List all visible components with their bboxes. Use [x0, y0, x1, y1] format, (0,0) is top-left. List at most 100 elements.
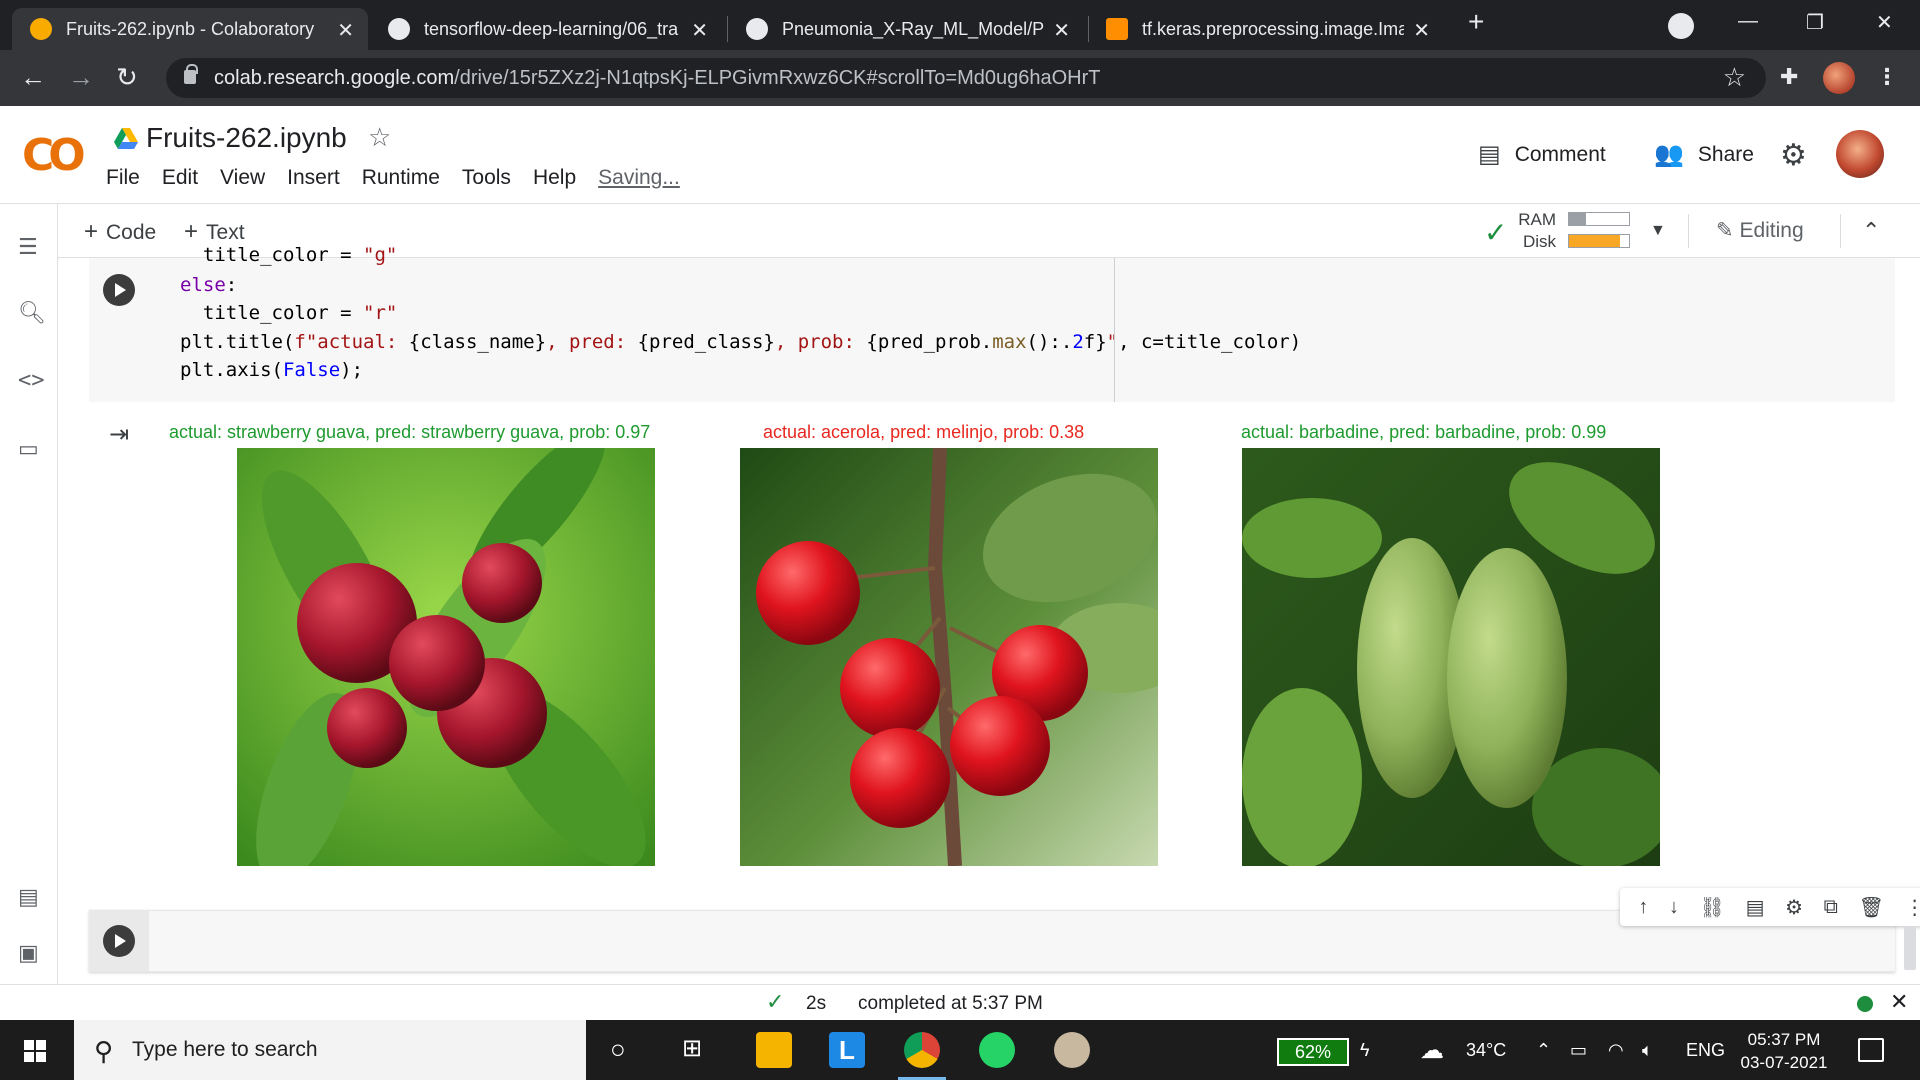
code-line[interactable]: else: — [180, 274, 237, 296]
tab-github-pneumonia[interactable]: Pneumonia_X-Ray_ML_Model/Pr ✕ — [734, 8, 1084, 50]
code-line[interactable]: title_color = "g" — [180, 244, 397, 266]
disk-usage-bar[interactable] — [1568, 234, 1630, 248]
menu-insert[interactable]: Insert — [287, 166, 340, 190]
close-tab-icon[interactable]: ✕ — [337, 18, 354, 43]
extensions-icon[interactable]: ✚ — [1780, 64, 1798, 90]
runtime-status-dot — [1857, 996, 1873, 1012]
code-line[interactable]: title_color = "r" — [180, 302, 397, 324]
saving-status[interactable]: Saving... — [598, 166, 680, 190]
code-snippets-icon[interactable]: <> — [18, 368, 45, 393]
chrome-profile-avatar[interactable] — [1823, 62, 1855, 94]
menu-help[interactable]: Help — [533, 166, 576, 190]
more-options-icon[interactable]: ⋮ — [1905, 895, 1920, 920]
weather-cloud-icon[interactable]: ☁ — [1420, 1036, 1444, 1065]
move-cell-down-icon[interactable]: ↓ — [1669, 896, 1679, 919]
code-line[interactable]: plt.title(f"actual: {class_name}, pred: … — [180, 331, 1301, 353]
menu-file[interactable]: File — [106, 166, 140, 190]
tab-colab[interactable]: Fruits-262.ipynb - Colaboratory ✕ — [12, 8, 368, 50]
close-status-icon[interactable]: ✕ — [1890, 989, 1908, 1015]
close-window-icon[interactable]: ✕ — [1876, 10, 1893, 35]
chrome-menu-icon[interactable]: ⋮ — [1876, 64, 1898, 90]
task-view-icon[interactable]: ⊞ — [682, 1034, 702, 1063]
editing-mode-button[interactable]: ✎ Editing — [1716, 218, 1804, 243]
lock-icon — [184, 64, 198, 84]
menu-tools[interactable]: Tools — [462, 166, 511, 190]
bookmark-star-icon[interactable]: ☆ — [1723, 62, 1746, 93]
share-button[interactable]: 👥 Share — [1654, 140, 1754, 169]
execution-completed-text[interactable]: completed at 5:37 PM — [858, 993, 1043, 1015]
browser-toolbar: ← → ↻ colab.research.google.com/drive/15… — [0, 50, 1920, 106]
add-code-cell-button[interactable]: + Code — [84, 218, 156, 246]
whatsapp-icon[interactable] — [979, 1032, 1015, 1068]
settings-gear-icon[interactable]: ⚙ — [1780, 138, 1807, 173]
resources-dropdown-icon[interactable]: ▼ — [1650, 222, 1666, 240]
cortana-icon[interactable]: ○ — [610, 1034, 626, 1065]
menu-edit[interactable]: Edit — [162, 166, 198, 190]
forward-icon[interactable]: → — [68, 63, 94, 91]
files-folder-icon[interactable]: ▭ — [18, 436, 39, 462]
action-center-icon[interactable] — [1858, 1038, 1884, 1062]
output-actions-icon[interactable]: ⇥ — [109, 420, 129, 449]
weather-temperature[interactable]: 34°C — [1466, 1040, 1506, 1061]
notebook-title[interactable]: Fruits-262.ipynb — [146, 122, 347, 154]
run-cell-button[interactable] — [103, 274, 135, 306]
code-line[interactable]: plt.axis(False); — [180, 359, 363, 381]
address-bar[interactable]: colab.research.google.com/drive/15r5ZXz2… — [166, 58, 1766, 98]
clock-date: 03-07-2021 — [1740, 1053, 1828, 1072]
url-path: /drive/15r5ZXz2j-N1qtpsKj-ELPGivmRxwz6CK… — [454, 66, 1101, 89]
colab-favicon-icon — [30, 18, 52, 40]
show-hidden-icons-icon[interactable]: ⌃ — [1536, 1040, 1551, 1061]
table-of-contents-icon[interactable]: ☰ — [18, 234, 38, 260]
github-favicon-icon — [746, 18, 768, 40]
ram-usage-bar[interactable] — [1568, 212, 1630, 226]
close-tab-icon[interactable]: ✕ — [691, 18, 708, 43]
file-explorer-icon[interactable] — [756, 1032, 792, 1068]
mirror-cell-icon[interactable]: ⧉ — [1824, 896, 1838, 919]
star-notebook-icon[interactable]: ☆ — [368, 122, 391, 153]
move-cell-up-icon[interactable]: ↑ — [1638, 896, 1648, 919]
minimize-icon[interactable]: — — [1738, 10, 1758, 33]
add-text-cell-button[interactable]: + Text — [184, 218, 245, 246]
tab-title: Pneumonia_X-Ray_ML_Model/Pr — [782, 18, 1044, 39]
add-comment-icon[interactable]: ▤ — [1746, 895, 1765, 920]
code-cell[interactable]: title_color = "g" else: title_color = "r… — [89, 244, 1895, 402]
tab-separator — [1088, 16, 1089, 42]
restore-icon[interactable]: ❐ — [1806, 10, 1824, 35]
language-indicator[interactable]: ENG — [1686, 1040, 1725, 1061]
close-tab-icon[interactable]: ✕ — [1053, 18, 1070, 43]
account-avatar[interactable] — [1836, 130, 1884, 178]
run-cell-button[interactable] — [103, 925, 135, 957]
cell-actions-toolbar: ↑ ↓ ⛓ ▤ ⚙ ⧉ 🗑︎ ⋮ — [1620, 888, 1920, 926]
delete-cell-icon[interactable]: 🗑︎ — [1859, 895, 1884, 920]
tab-github-tensorflow[interactable]: tensorflow-deep-learning/06_tra ✕ — [376, 8, 722, 50]
system-clock[interactable]: 05:37 PM 03-07-2021 — [1732, 1028, 1836, 1074]
tab-search-icon[interactable] — [1668, 13, 1694, 39]
volume-icon[interactable]: 🔈︎ — [1642, 1040, 1653, 1061]
cell-settings-icon[interactable]: ⚙ — [1785, 895, 1803, 920]
windows-start-icon[interactable] — [24, 1040, 46, 1062]
command-palette-icon[interactable]: ▤ — [18, 884, 39, 910]
taskbar-search-box[interactable]: ⚲ Type here to search — [74, 1020, 586, 1080]
wifi-icon[interactable]: ◠ — [1608, 1040, 1624, 1061]
new-tab-icon[interactable]: + — [1468, 6, 1484, 38]
search-icon[interactable]: 🔍︎ — [18, 300, 46, 326]
paint-icon[interactable] — [1054, 1032, 1090, 1068]
chrome-taskbar-icon[interactable] — [898, 1032, 946, 1080]
colab-logo[interactable]: CO — [22, 130, 86, 181]
reload-icon[interactable]: ↻ — [116, 63, 138, 91]
back-icon[interactable]: ← — [20, 63, 46, 91]
terminal-icon[interactable]: ▣ — [18, 940, 39, 966]
l-app-icon[interactable]: L — [829, 1032, 865, 1068]
editing-label: Editing — [1739, 219, 1804, 242]
close-tab-icon[interactable]: ✕ — [1413, 18, 1430, 43]
link-to-cell-icon[interactable]: ⛓ — [1700, 895, 1725, 920]
collapse-header-icon[interactable]: ⌃ — [1862, 218, 1880, 244]
comment-button[interactable]: ▤ Comment — [1478, 140, 1606, 169]
battery-indicator[interactable]: 62% — [1277, 1038, 1349, 1066]
device-icon[interactable]: ▭ — [1570, 1040, 1587, 1061]
battery-charging-icon: ϟ — [1360, 1040, 1370, 1060]
menu-view[interactable]: View — [220, 166, 265, 190]
scrollbar-thumb[interactable] — [1904, 926, 1916, 970]
tab-tf-keras-docs[interactable]: tf.keras.preprocessing.image.Ima ✕ — [1094, 8, 1444, 50]
menu-runtime[interactable]: Runtime — [362, 166, 440, 190]
